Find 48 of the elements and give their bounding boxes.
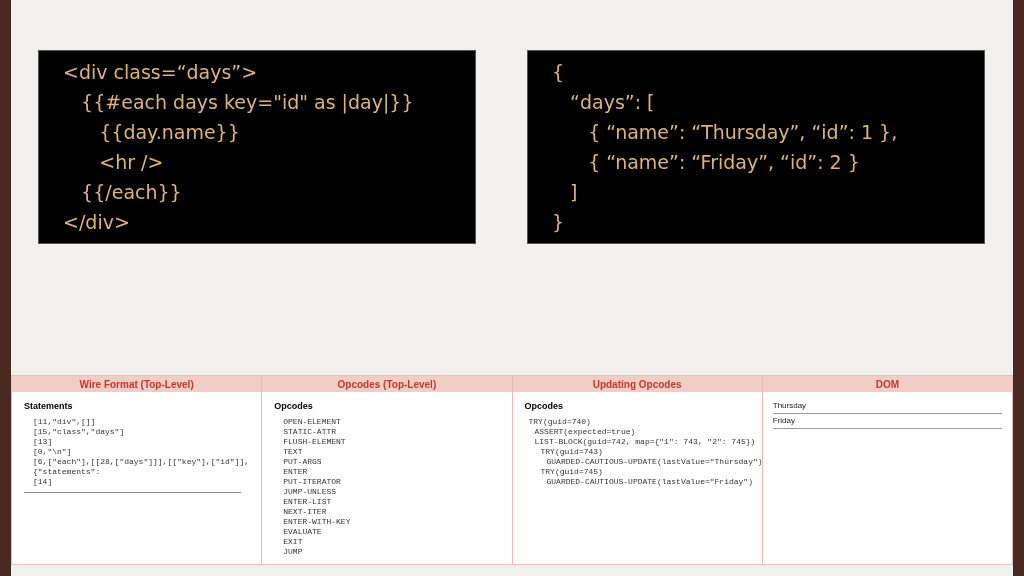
dom-text: Friday [772,415,795,427]
section-heading: Opcodes [524,400,563,413]
code-line: { “name”: “Thursday”, “id”: 1 }, [587,120,898,145]
opcode-line: GUARDED-CAUTIOUS-UPDATE(lastValue="Friday") [546,476,753,487]
code-line: <hr /> [98,150,164,175]
code-line: ] [569,180,578,205]
code-line: ENTER-LIST [283,496,332,507]
code-line: FLUSH-ELEMENT [283,436,346,447]
code-line: ENTER [283,466,308,477]
code-line: TEXT [283,446,303,457]
code-line: EVALUATE [283,526,322,537]
code-line: } [552,210,565,235]
code-line: ENTER-WITH-KEY [283,516,351,527]
code-line: [15,"class","days"] [33,426,125,437]
code-line: PUT-ITERATOR [283,476,341,487]
section-heading: Opcodes [274,400,313,413]
opcode-line: TRY(guid=743) [540,446,603,457]
column-header: Wire Format (Top-Level) [12,376,262,392]
column-header: Updating Opcodes [512,376,762,392]
opcode-line: TRY(guid=740) [528,416,591,427]
opcode-line: GUARDED-CAUTIOUS-UPDATE(lastValue="Thursday") [546,456,763,467]
code-line: {{day.name}} [98,120,240,145]
code-line: PUT-ARGS [283,456,322,467]
code-line: EXIT [283,536,303,547]
code-line: {{/each}} [80,180,182,205]
opcode-line: ASSERT(expected=true) [534,426,636,437]
code-line: “days”: [ [569,90,655,115]
column-header: DOM [762,376,1012,392]
code-line: <div class=“days”> [63,60,258,85]
code-line: OPEN-ELEMENT [283,416,341,427]
code-line: JUMP [283,546,303,557]
code-line: STATIC-ATTR [283,426,337,437]
code-line: [11,"div",[]] [33,416,96,427]
code-line: { [552,60,565,85]
code-line: { “name”: “Friday”, “id”: 2 } [587,150,860,175]
code-line: JUMP-UNLESS [283,486,337,497]
code-line: [6,["each"],[[28,["days"]]],[["key"],["id"]],{"statements": [33,456,250,477]
dom-text: Thursday [772,400,807,412]
code-line: [13] [33,436,53,447]
code-line: [14] [33,476,53,487]
opcode-line: LIST-BLOCK(guid=742, map={"1": 743, "2": 745}) [534,436,756,447]
code-line: [0,"\n"] [33,446,72,457]
column-header: Opcodes (Top-Level) [262,376,512,392]
opcode-line: TRY(guid=745) [540,466,603,477]
section-heading: Statements [24,400,73,413]
code-line: {{#each days key="id" as |day|}} [80,90,414,116]
code-line: </div> [63,210,130,235]
code-line: NEXT-ITER [283,506,327,517]
